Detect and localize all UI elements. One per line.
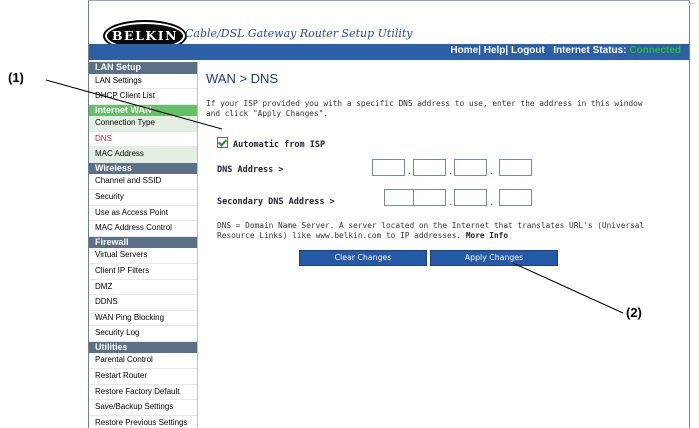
sidebar-item-virtual-servers[interactable]: Virtual Servers: [89, 248, 197, 264]
sidebar-item-dhcp-client-list[interactable]: DHCP Client List: [89, 89, 197, 105]
automatic-from-isp-label: Automatic from ISP: [233, 140, 326, 150]
sidebar-item-restore-previous-settings[interactable]: Restore Previous Settings: [89, 416, 197, 427]
header: BELKIN Cable/DSL Gateway Router Setup Ut…: [89, 0, 689, 60]
dns-octet-4-input[interactable]: [499, 159, 532, 176]
callout-1-label: (1): [8, 70, 24, 85]
nav-logout-link[interactable]: Logout: [511, 45, 545, 56]
sidebar-item-ddns[interactable]: DDNS: [89, 295, 197, 311]
sidebar-item-mac-address[interactable]: MAC Address: [89, 147, 197, 163]
secondary-dns-octet-3-input[interactable]: [454, 189, 487, 206]
sidebar-section-utilities: Utilities: [89, 341, 197, 354]
dns-explanation: DNS = Domain Name Server. A server locat…: [217, 221, 657, 240]
sidebar-item-restart-router[interactable]: Restart Router: [89, 369, 197, 385]
sidebar-item-mac-address-control[interactable]: MAC Address Control: [89, 221, 197, 237]
tagline: Cable/DSL Gateway Router Setup Utility: [185, 27, 413, 40]
secondary-dns-octet-2-input[interactable]: [413, 189, 446, 206]
sidebar-item-security[interactable]: Security: [89, 190, 197, 206]
top-nav-links: Home| Help| Logout Internet Status: Conn…: [450, 45, 681, 56]
clear-changes-button[interactable]: Clear Changes: [299, 250, 427, 266]
sidebar-item-access-point[interactable]: Use as Access Point: [89, 206, 197, 222]
nav-help-link[interactable]: Help: [484, 45, 506, 56]
nav-home-link[interactable]: Home: [450, 45, 478, 56]
automatic-from-isp-checkbox[interactable]: [217, 137, 228, 148]
sidebar: LAN Setup LAN Settings DHCP Client List …: [89, 62, 198, 427]
apply-changes-button[interactable]: Apply Changes: [430, 250, 558, 266]
more-info-link[interactable]: More Info: [466, 231, 508, 240]
secondary-dns-octet-4-input[interactable]: [499, 189, 532, 206]
automatic-from-isp-row: Automatic from ISP: [217, 137, 326, 150]
intro-text: If your ISP provided you with a specific…: [206, 99, 643, 118]
dns-octet-2-input[interactable]: [413, 159, 446, 176]
dns-dot-separator: .: [449, 167, 452, 176]
sidebar-item-parental-control[interactable]: Parental Control: [89, 353, 197, 369]
sidebar-item-lan-settings[interactable]: LAN Settings: [89, 74, 197, 90]
sidebar-item-connection-type[interactable]: Connection Type: [89, 116, 197, 132]
dns-octet-3-input[interactable]: [454, 159, 487, 176]
corner-mark: ⌐: [688, 0, 696, 10]
page-title: WAN > DNS: [206, 71, 279, 86]
dns-address-label: DNS Address >: [217, 165, 284, 175]
sidebar-item-save-backup-settings[interactable]: Save/Backup Settings: [89, 400, 197, 416]
sidebar-section-firewall: Firewall: [89, 236, 197, 249]
sidebar-section-wireless: Wireless: [89, 162, 197, 175]
sidebar-item-channel-ssid[interactable]: Channel and SSID: [89, 174, 197, 191]
sidebar-section-lan-setup: LAN Setup: [89, 62, 197, 74]
dns-explanation-text: DNS = Domain Name Server. A server locat…: [217, 221, 645, 240]
sidebar-item-security-log[interactable]: Security Log: [89, 326, 197, 342]
dns-dot-separator: .: [490, 167, 493, 176]
dns-octet-1-input[interactable]: [372, 159, 405, 176]
internet-status-label: Internet Status:: [553, 45, 627, 56]
dns-dot-separator: .: [408, 167, 411, 176]
internet-status-value: Connected: [629, 45, 681, 56]
sidebar-section-internet-wan: Internet WAN: [89, 104, 197, 117]
secondary-dns-address-label: Secondary DNS Address >: [217, 197, 335, 207]
top-nav-bar: Home| Help| Logout Internet Status: Conn…: [89, 44, 689, 60]
secondary-dns-dot-separator: .: [449, 198, 452, 207]
sidebar-item-wan-ping-blocking[interactable]: WAN Ping Blocking: [89, 311, 197, 327]
sidebar-item-client-ip-filters[interactable]: Client IP Filters: [89, 264, 197, 280]
sidebar-item-dns[interactable]: DNS: [89, 132, 197, 148]
sidebar-item-restore-factory-default[interactable]: Restore Factory Default: [89, 385, 197, 401]
sidebar-item-dmz[interactable]: DMZ: [89, 280, 197, 296]
secondary-dns-dot-separator: .: [490, 198, 493, 207]
callout-2-label: (2): [626, 305, 642, 320]
